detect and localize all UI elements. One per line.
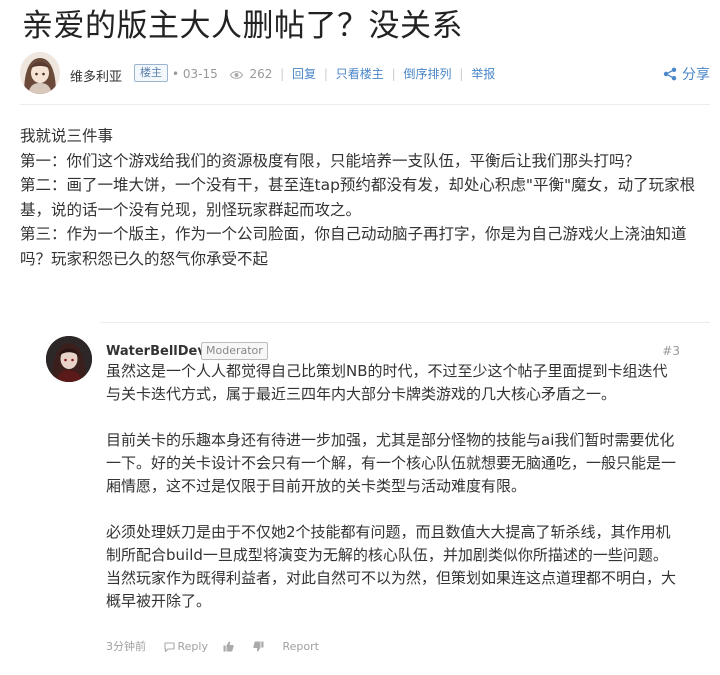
floor-number[interactable]: #3 xyxy=(662,344,680,358)
header-divider xyxy=(20,104,710,105)
moderator-badge: Moderator xyxy=(201,342,268,360)
share-icon xyxy=(663,67,677,85)
author-name[interactable]: 维多利亚 xyxy=(70,66,122,85)
reverse-order-link[interactable]: 倒序排列 xyxy=(403,67,451,81)
post-paragraph: 第二：画了一堆大饼，一个没有干，甚至连tap预约都没有发，却处心积虑"平衡"魔女… xyxy=(20,176,696,219)
only-op-link[interactable]: 只看楼主 xyxy=(336,67,384,81)
report-button[interactable]: Report xyxy=(282,640,318,653)
reply-paragraph: 目前关卡的乐趣本身还有待进一步加强，尤其是部分怪物的技能与ai我们暂时需要优化一… xyxy=(106,431,677,495)
downvote-button[interactable] xyxy=(253,640,271,653)
reply-avatar[interactable] xyxy=(46,336,92,382)
thumbs-down-icon xyxy=(253,641,264,655)
dot-separator: • xyxy=(172,67,180,81)
op-badge: 楼主 xyxy=(134,64,168,82)
eye-icon xyxy=(229,68,243,84)
reply-button[interactable]: Reply xyxy=(163,640,212,655)
report-link[interactable]: 举报 xyxy=(471,67,495,81)
share-button[interactable]: 分享 xyxy=(663,64,710,85)
reply-content: 虽然这是一个人人都觉得自己比策划NB的时代，不过至少这个帖子里面提到卡组迭代与关… xyxy=(106,360,680,636)
reply-label: Reply xyxy=(177,640,208,653)
author-avatar[interactable] xyxy=(20,52,60,94)
reply-author[interactable]: WaterBellDev xyxy=(106,344,206,359)
view-count: 262 xyxy=(249,67,273,81)
post-meta: 维多利亚 楼主 • 03-15 262 | 回复 | 只看楼主 | 倒序排列 |… xyxy=(20,52,710,96)
post-paragraph: 第三：作为一个版主，作为一个公司脸面，你自己动动脑子再打字，你是为自己游戏火上浇… xyxy=(20,225,687,268)
reply-paragraph: 虽然这是一个人人都觉得自己比策划NB的时代，不过至少这个帖子里面提到卡组迭代与关… xyxy=(106,362,668,403)
post-paragraph: 我就说三件事 xyxy=(20,127,114,145)
reply-paragraph: 必须处理妖刀是由于不仅她2个技能都有问题，而且数值大大提高了斩杀线，其作用机制所… xyxy=(106,523,677,610)
thumbs-up-icon xyxy=(223,641,235,655)
reply-link[interactable]: 回复 xyxy=(292,67,316,81)
post-title: 亲爱的版主大人删帖了？没关系 xyxy=(22,8,463,44)
upvote-button[interactable] xyxy=(223,640,241,653)
share-label: 分享 xyxy=(682,67,710,83)
post-body: 我就说三件事 第一：你们这个游戏给我们的资源极度有限，只能培养一支队伍，平衡后让… xyxy=(20,124,710,271)
reply-divider xyxy=(100,322,710,323)
reply-actions: 3分钟前 Reply Report xyxy=(106,638,331,655)
reply-time: 3分钟前 xyxy=(106,640,146,653)
post-paragraph: 第一：你们这个游戏给我们的资源极度有限，只能培养一支队伍，平衡后让我们那头打吗？ xyxy=(20,151,641,170)
post-date: 03-15 xyxy=(182,67,218,81)
reply-icon xyxy=(163,642,175,655)
meta-line: • 03-15 262 | 回复 | 只看楼主 | 倒序排列 | 举报 xyxy=(172,66,495,84)
